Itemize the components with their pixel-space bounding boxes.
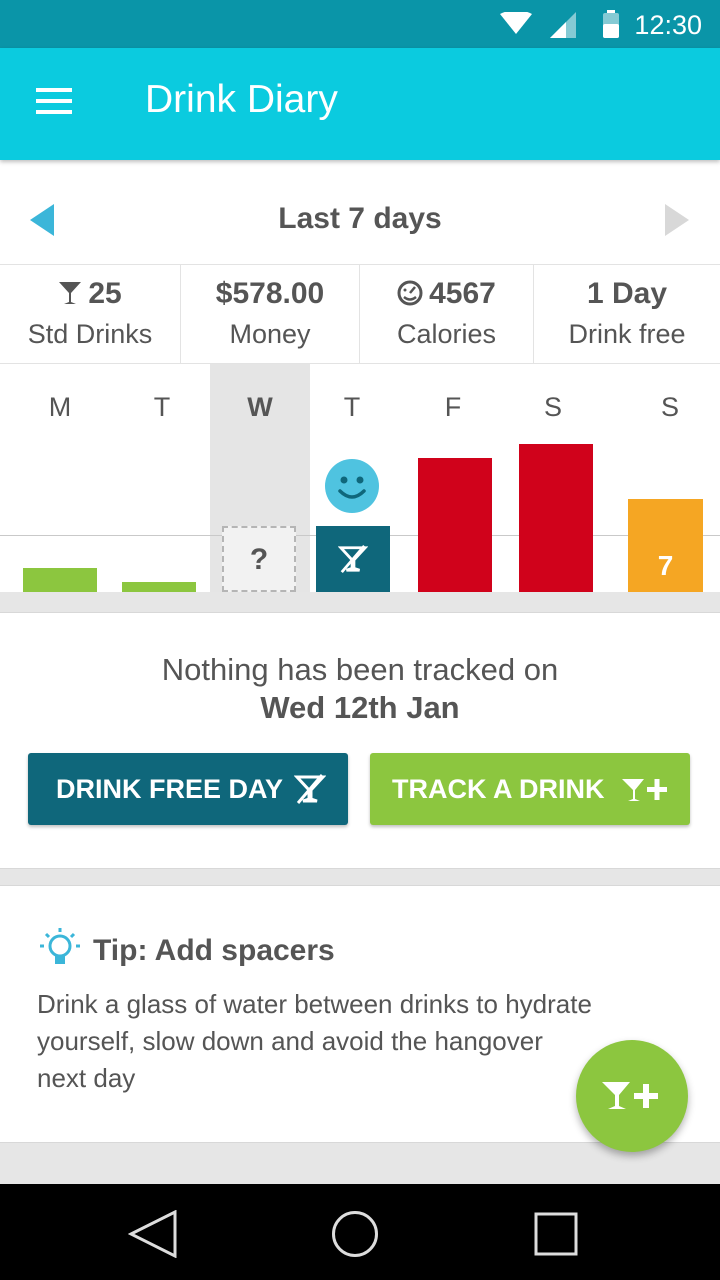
cocktail-icon bbox=[59, 282, 82, 304]
gauge-icon bbox=[397, 280, 423, 306]
app-bar: Drink Diary bbox=[0, 48, 720, 160]
stats-row: 25 Std Drinks $578.00 Money 4567 Calorie… bbox=[0, 265, 720, 364]
day-bar[interactable] bbox=[418, 458, 492, 592]
status-bar: 12:30 bbox=[0, 0, 720, 48]
period-title: Last 7 days bbox=[278, 202, 442, 235]
add-drink-icon bbox=[622, 779, 667, 801]
day-label[interactable]: T bbox=[122, 392, 202, 423]
day-label[interactable]: S bbox=[630, 392, 710, 423]
day-bar[interactable] bbox=[23, 568, 97, 592]
recent-apps-icon[interactable] bbox=[534, 1212, 578, 1256]
lightbulb-icon bbox=[40, 928, 80, 964]
day-bar[interactable] bbox=[519, 444, 593, 592]
stat-money: $578.00 Money bbox=[181, 265, 360, 364]
period-selector: Last 7 days bbox=[0, 160, 720, 265]
stat-calories-value: 4567 bbox=[429, 277, 496, 310]
menu-icon[interactable] bbox=[36, 88, 72, 118]
week-chart: M T W? T F S S 7 bbox=[0, 364, 720, 592]
day-bar[interactable] bbox=[122, 582, 196, 592]
stat-calories-label: Calories bbox=[396, 319, 497, 349]
day-bar[interactable]: 7 bbox=[628, 499, 703, 592]
home-icon[interactable] bbox=[331, 1210, 379, 1258]
stat-std-drinks-label: Std Drinks bbox=[27, 319, 153, 349]
selected-date: Wed 12th Jan bbox=[260, 690, 460, 725]
bar-value-label: 7 bbox=[657, 550, 674, 581]
wifi-icon bbox=[500, 12, 532, 34]
day-label[interactable]: W bbox=[220, 392, 300, 423]
add-drink-fab[interactable] bbox=[576, 1040, 688, 1152]
drink-free-day-button-label: DRINK FREE DAY bbox=[56, 773, 284, 804]
stat-calories: 4567 Calories bbox=[360, 265, 534, 364]
add-drink-icon bbox=[602, 1082, 658, 1109]
stat-drink-free: 1 Day Drink free bbox=[534, 265, 720, 364]
no-drink-icon bbox=[338, 544, 368, 574]
battery-icon bbox=[603, 10, 619, 38]
day-detail-card: Nothing has been tracked on Wed 12th Jan… bbox=[0, 612, 720, 869]
stat-std-drinks-value: 25 bbox=[88, 277, 122, 310]
back-icon[interactable] bbox=[128, 1210, 180, 1258]
stat-drink-free-label: Drink free bbox=[568, 319, 686, 349]
empty-state-message: Nothing has been tracked on bbox=[161, 652, 559, 687]
day-label[interactable]: S bbox=[513, 392, 593, 423]
track-a-drink-button[interactable]: TRACK A DRINK bbox=[370, 753, 690, 825]
stat-drink-free-value: 1 Day bbox=[586, 277, 668, 310]
tip-title: Tip: Add spacers bbox=[93, 934, 335, 967]
summary-card: Last 7 days 25 Std Drinks $578.00 Money bbox=[0, 160, 720, 592]
status-time: 12:30 bbox=[634, 10, 702, 40]
stat-money-label: Money bbox=[229, 319, 311, 349]
day-label[interactable]: F bbox=[413, 392, 493, 423]
untracked-day-marker[interactable]: ? bbox=[222, 526, 296, 592]
next-period-arrow-icon[interactable] bbox=[665, 204, 689, 236]
drink-free-day-marker[interactable] bbox=[316, 526, 390, 592]
stat-std-drinks: 25 Std Drinks bbox=[0, 265, 181, 364]
stat-money-value: $578.00 bbox=[215, 277, 325, 310]
no-drink-icon bbox=[294, 774, 326, 804]
tip-body: Drink a glass of water between drinks to… bbox=[37, 989, 592, 1093]
system-navigation-bar bbox=[0, 1184, 720, 1280]
drink-free-day-button[interactable]: DRINK FREE DAY bbox=[28, 753, 348, 825]
smiley-icon bbox=[324, 458, 380, 519]
day-label[interactable]: T bbox=[312, 392, 392, 423]
signal-icon bbox=[550, 12, 576, 38]
track-a-drink-button-label: TRACK A DRINK bbox=[392, 773, 605, 804]
day-label[interactable]: M bbox=[20, 392, 100, 423]
app-title: Drink Diary bbox=[145, 78, 338, 121]
